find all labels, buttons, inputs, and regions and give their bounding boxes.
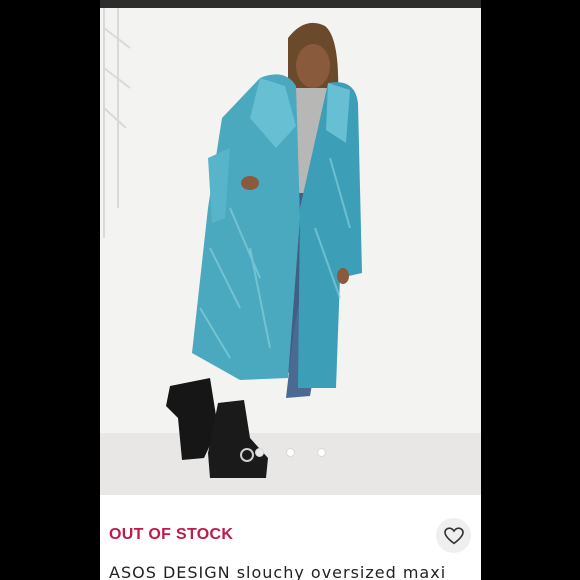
- like-button[interactable]: [436, 518, 471, 553]
- listing-card: OUT OF STOCK ASOS DESIGN slouchy oversiz…: [100, 8, 481, 580]
- top-bar: [100, 0, 481, 8]
- stock-status: OUT OF STOCK: [109, 526, 234, 543]
- carousel-dot-2[interactable]: [286, 448, 295, 457]
- product-photo[interactable]: [100, 8, 481, 495]
- carousel-dot-1[interactable]: [255, 448, 264, 457]
- heart-outline-icon: [443, 526, 464, 544]
- carousel-dots: [100, 448, 481, 457]
- carousel-dot-3[interactable]: [317, 448, 326, 457]
- listing-title[interactable]: ASOS DESIGN slouchy oversized maxi: [109, 563, 446, 580]
